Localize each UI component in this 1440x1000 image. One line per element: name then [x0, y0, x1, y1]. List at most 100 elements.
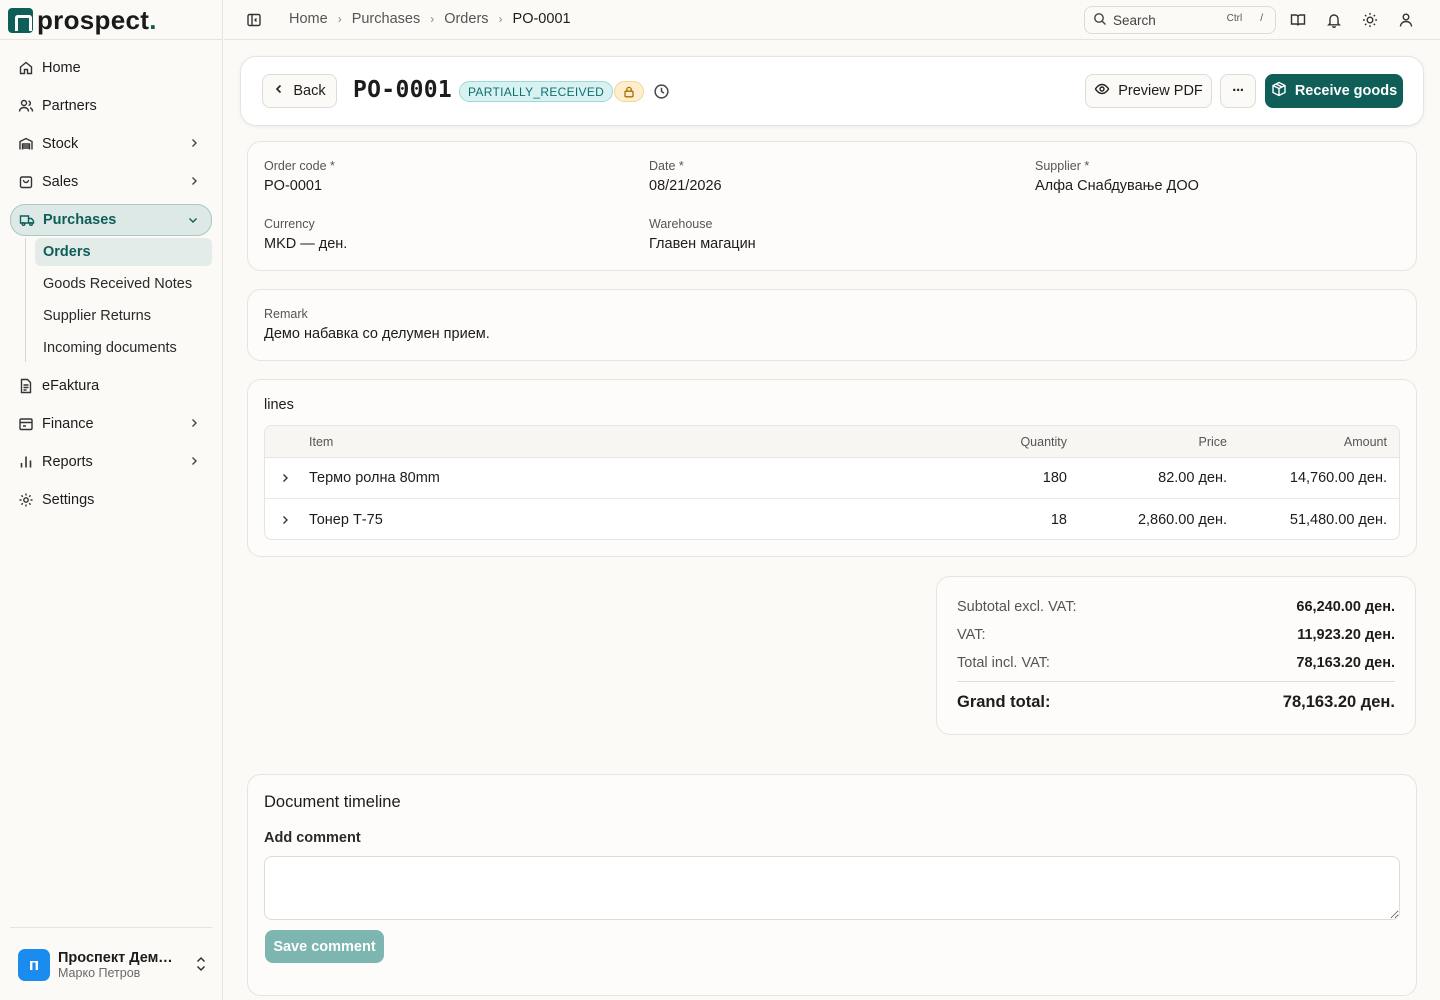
receive-goods-label: Receive goods [1294, 83, 1398, 99]
chevron-right-icon [188, 175, 200, 191]
logo-text: prospect. [37, 4, 157, 35]
breadcrumb-home[interactable]: Home [289, 11, 328, 27]
avatar: п [18, 949, 50, 981]
order-details-card: Order code * PO-0001 Date * 08/21/2026 S… [247, 141, 1417, 271]
sidebar-item-efaktura[interactable]: eFaktura [10, 371, 212, 401]
sidebar-item-settings[interactable]: Settings [10, 485, 212, 515]
truck-icon [19, 212, 35, 228]
preview-pdf-label: Preview PDF [1118, 83, 1203, 99]
date-label: Date * [649, 159, 684, 173]
order-code-field[interactable]: PO-0001 [264, 178, 322, 194]
column-header-quantity: Quantity [1020, 434, 1067, 449]
warehouse-label: Warehouse [649, 217, 713, 231]
sidebar-item-sales[interactable]: Sales [10, 167, 212, 197]
chevron-right-icon [188, 137, 200, 153]
supplier-field[interactable]: Алфа Снабдување ДОО [1035, 178, 1199, 194]
sidebar-item-finance[interactable]: Finance [10, 409, 212, 439]
total-incl-vat-value: 78,163.20 ден. [1296, 655, 1395, 671]
chevron-left-icon [273, 83, 285, 99]
table-header: Item Quantity Price Amount [265, 426, 1399, 458]
user-name: Марко Петров [58, 966, 141, 980]
comment-textarea[interactable] [264, 856, 1400, 920]
page-title: PO-0001 [353, 77, 453, 103]
back-button[interactable]: Back [262, 74, 337, 108]
sidebar-item-stock[interactable]: Stock [10, 129, 212, 159]
date-field[interactable]: 08/21/2026 [649, 178, 722, 194]
sidebar-item-partners[interactable]: Partners [10, 91, 212, 121]
expand-row-icon[interactable] [279, 458, 291, 498]
subtotal-value: 66,240.00 ден. [1296, 599, 1395, 615]
sidebar-item-label: Reports [42, 454, 93, 470]
user-switcher[interactable]: п Проспект Демо ДООЕЛ Марко Петров [18, 948, 208, 982]
chevron-right-icon [188, 417, 200, 433]
chevron-right-icon [188, 455, 200, 471]
vat-label: VAT: [957, 627, 986, 643]
save-comment-button[interactable]: Save comment [265, 930, 384, 963]
sidebar-subitem-supplier-returns[interactable]: Supplier Returns [35, 302, 212, 330]
receive-goods-button[interactable]: Receive goods [1265, 74, 1403, 108]
subtotal-label: Subtotal excl. VAT: [957, 599, 1077, 615]
sidebar-item-label: eFaktura [42, 378, 100, 394]
sidebar-subitem-label: Supplier Returns [43, 308, 151, 324]
warehouse-field[interactable]: Главен магацин [649, 236, 756, 252]
sidebar-subitem-goods-received-notes[interactable]: Goods Received Notes [35, 270, 212, 298]
document-icon [18, 378, 34, 394]
sidebar-item-label: Sales [42, 174, 79, 190]
breadcrumb-purchases[interactable]: Purchases [352, 11, 421, 27]
breadcrumb-orders[interactable]: Orders [444, 11, 488, 27]
supplier-label: Supplier * [1035, 159, 1090, 173]
total-incl-vat-label: Total incl. VAT: [957, 655, 1050, 671]
user-divider [10, 927, 212, 928]
history-icon[interactable] [653, 83, 670, 103]
user-icon[interactable] [1398, 12, 1414, 31]
wallet-icon [18, 416, 34, 432]
ellipsis-icon: ··· [1232, 83, 1244, 99]
topbar: Home › Purchases › Orders › PO-0001 Sear… [224, 0, 1440, 40]
search-input[interactable]: Search Ctrl / [1084, 6, 1276, 34]
app-logo[interactable]: prospect. [8, 4, 157, 36]
sidebar-subitem-label: Incoming documents [43, 340, 177, 356]
currency-field[interactable]: MKD — ден. [264, 236, 347, 252]
expand-row-icon[interactable] [279, 499, 291, 539]
currency-label: Currency [264, 217, 315, 231]
chevron-right-icon: › [337, 12, 342, 26]
bell-icon[interactable] [1326, 12, 1342, 31]
sidebar-item-purchases[interactable]: Purchases [10, 204, 212, 236]
warehouse-icon [18, 136, 34, 152]
search-placeholder: Search [1113, 12, 1156, 28]
sidebar-divider [0, 39, 223, 40]
line-price: 2,860.00 ден. [1137, 511, 1227, 528]
timeline-title: Document timeline [264, 793, 401, 811]
lock-icon [614, 81, 644, 102]
sidebar-subitem-incoming-documents[interactable]: Incoming documents [35, 334, 212, 362]
sidebar-toggle-icon[interactable] [246, 12, 262, 31]
sidebar-item-home[interactable]: Home [10, 53, 212, 83]
lines-table: Item Quantity Price Amount Термо ролна 8… [264, 425, 1400, 540]
eye-icon [1094, 81, 1110, 101]
bar-chart-icon [18, 454, 34, 470]
order-code-label: Order code * [264, 159, 335, 173]
lines-card: lines Item Quantity Price Amount Термо р… [247, 379, 1417, 557]
book-icon[interactable] [1290, 12, 1306, 31]
column-header-price: Price [1198, 434, 1227, 449]
sidebar-item-label: Partners [42, 98, 97, 114]
line-amount: 51,480.00 ден. [1289, 511, 1387, 528]
sun-icon[interactable] [1362, 12, 1378, 31]
totals-card: Subtotal excl. VAT: 66,240.00 ден. VAT: … [936, 576, 1416, 735]
logo-mark-icon [8, 7, 33, 33]
preview-pdf-button[interactable]: Preview PDF [1085, 74, 1212, 108]
sidebar-subitem-orders[interactable]: Orders [35, 238, 212, 266]
table-row[interactable]: Термо ролна 80mm 180 82.00 ден. 14,760.0… [265, 458, 1399, 499]
chevron-right-icon: › [430, 12, 435, 26]
column-header-amount: Amount [1343, 434, 1387, 449]
table-row[interactable]: Тонер Т-75 18 2,860.00 ден. 51,480.00 де… [265, 499, 1399, 539]
users-icon [18, 98, 34, 114]
breadcrumb: Home › Purchases › Orders › PO-0001 [289, 11, 571, 27]
line-item-name: Тонер Т-75 [309, 511, 383, 528]
sidebar-item-reports[interactable]: Reports [10, 447, 212, 477]
sidebar-subitem-label: Goods Received Notes [43, 276, 193, 292]
more-actions-button[interactable]: ··· [1220, 74, 1256, 108]
chevrons-up-down-icon [194, 955, 208, 976]
remark-field[interactable]: Демо набавка со делумен прием. [264, 326, 490, 342]
bag-icon [18, 174, 34, 190]
